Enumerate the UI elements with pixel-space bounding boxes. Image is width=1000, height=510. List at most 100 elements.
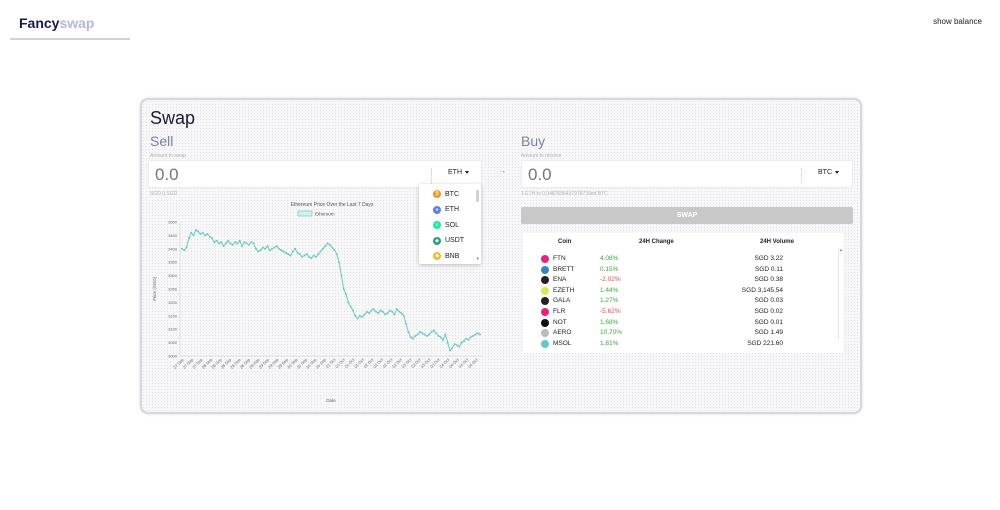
sell-caption: Amount to swap bbox=[150, 153, 186, 159]
data-point bbox=[451, 346, 454, 349]
table-row[interactable]: FLR -5.62% SGD 0.02 bbox=[523, 307, 835, 318]
sell-amount-input[interactable] bbox=[155, 165, 355, 185]
data-point bbox=[395, 308, 398, 311]
data-point bbox=[476, 332, 479, 335]
buy-amount-box: BTC bbox=[521, 160, 853, 188]
data-point bbox=[400, 312, 403, 315]
buy-token-select[interactable]: BTC bbox=[818, 169, 839, 176]
header-volume: 24H Volume bbox=[760, 239, 794, 245]
header-change: 24H Change bbox=[639, 239, 674, 245]
x-axis-label: Date bbox=[326, 398, 336, 403]
sell-label: Sell bbox=[150, 133, 174, 149]
brett-icon bbox=[541, 265, 549, 274]
data-point bbox=[472, 334, 475, 337]
data-point bbox=[402, 314, 405, 317]
chart-title: Ethereum Price Over the Last 7 Days bbox=[291, 202, 374, 208]
data-point bbox=[217, 242, 220, 245]
data-point bbox=[227, 239, 230, 242]
data-point bbox=[287, 253, 290, 256]
token-option-label: ETH bbox=[445, 206, 459, 214]
show-balance-link[interactable]: show balance bbox=[933, 17, 982, 26]
data-point bbox=[259, 249, 262, 252]
table-row[interactable]: ENA -2.02% SGD 0.38 bbox=[523, 275, 835, 286]
token-option-sol[interactable]: ≡ SOL bbox=[433, 219, 459, 231]
dropdown-scrollbar[interactable] bbox=[476, 190, 479, 202]
token-option-bnb[interactable]: ◆ BNB bbox=[433, 250, 459, 262]
coin-symbol: FLR bbox=[553, 308, 566, 315]
y-tick-label: 3300 bbox=[168, 273, 178, 278]
change-value: 0.15% bbox=[600, 265, 619, 273]
data-point bbox=[370, 309, 373, 312]
table-row[interactable]: MSOL 1.81% SGD 221.60 bbox=[523, 339, 835, 350]
data-point bbox=[291, 250, 294, 253]
table-row[interactable]: EZETH 1.44% SGD 3,145.54 bbox=[523, 286, 835, 297]
data-point bbox=[252, 242, 255, 245]
data-point bbox=[224, 242, 227, 245]
data-point bbox=[368, 312, 371, 315]
data-point bbox=[458, 345, 461, 348]
sell-fiat-value: SGD 0.SGD bbox=[150, 191, 178, 197]
sell-token-select[interactable]: ETH bbox=[448, 169, 469, 176]
data-point bbox=[416, 333, 419, 336]
coin-symbol: GALA bbox=[553, 297, 571, 305]
token-option-usdt[interactable]: ◆ USDT bbox=[433, 235, 464, 247]
data-point bbox=[183, 249, 186, 252]
data-point bbox=[467, 338, 470, 341]
table-row[interactable]: NOT 1.68% SGD 0.01 bbox=[523, 318, 835, 329]
data-point bbox=[257, 250, 260, 253]
y-tick-label: 3150 bbox=[168, 313, 178, 318]
table-scrollbar[interactable] bbox=[838, 249, 841, 339]
data-point bbox=[347, 301, 350, 304]
data-point bbox=[328, 243, 331, 246]
data-point bbox=[220, 241, 223, 244]
exchange-rate: 1 ETH to 0.0487696437976739ed BTC bbox=[521, 191, 608, 197]
change-value: 1.44% bbox=[600, 286, 619, 294]
data-point bbox=[229, 242, 232, 245]
data-point bbox=[407, 330, 410, 333]
data-point bbox=[211, 237, 214, 240]
scroll-up-icon[interactable]: ▲ bbox=[839, 247, 843, 252]
data-point bbox=[358, 314, 361, 317]
data-point bbox=[231, 243, 234, 246]
token-option-eth[interactable]: ♦ ETH bbox=[433, 204, 459, 216]
y-tick-label: 3250 bbox=[168, 287, 178, 292]
data-point bbox=[301, 255, 304, 258]
data-point bbox=[377, 312, 380, 315]
data-point bbox=[238, 239, 241, 242]
data-point bbox=[435, 332, 438, 335]
data-point bbox=[363, 313, 366, 316]
table-row[interactable]: AERO 10.70% SGD 1.49 bbox=[523, 328, 835, 339]
coin-symbol: FTN bbox=[553, 255, 566, 262]
data-point bbox=[349, 305, 352, 308]
y-tick-label: 3200 bbox=[168, 300, 178, 305]
data-point bbox=[331, 246, 334, 249]
volume-value: SGD 0.03 bbox=[754, 297, 783, 305]
data-point bbox=[241, 245, 244, 248]
change-value: 4.08% bbox=[600, 255, 619, 262]
data-point bbox=[453, 342, 456, 345]
table-row[interactable]: GALA 1.27% SGD 0.03 bbox=[523, 296, 835, 307]
data-point bbox=[432, 329, 435, 332]
chevron-down-icon bbox=[465, 170, 469, 174]
swap-card: Swap Sell Amount to swap ETH SGD 0.SGD →… bbox=[140, 98, 862, 414]
data-point bbox=[303, 254, 306, 257]
data-point bbox=[266, 245, 269, 248]
data-point bbox=[398, 310, 401, 313]
data-point bbox=[264, 247, 267, 250]
data-point bbox=[381, 310, 384, 313]
table-row[interactable]: FTN 4.08% SGD 3.22 bbox=[523, 254, 835, 265]
data-point bbox=[187, 237, 190, 240]
data-point bbox=[324, 245, 327, 248]
data-point bbox=[213, 241, 216, 244]
swap-button[interactable]: SWAP bbox=[521, 207, 853, 224]
data-point bbox=[199, 233, 202, 236]
data-point bbox=[474, 333, 477, 336]
scroll-down-icon[interactable]: ▾ bbox=[476, 256, 479, 262]
buy-amount-input[interactable] bbox=[528, 165, 728, 185]
table-row[interactable]: BRETT 0.15% SGD 0.11 bbox=[523, 265, 835, 276]
token-option-btc[interactable]: ₿ BTC bbox=[433, 188, 459, 200]
flr-icon bbox=[541, 308, 549, 316]
change-value: -5.62% bbox=[600, 308, 621, 315]
ezeth-icon bbox=[541, 286, 549, 295]
token-option-label: BNB bbox=[445, 252, 460, 260]
